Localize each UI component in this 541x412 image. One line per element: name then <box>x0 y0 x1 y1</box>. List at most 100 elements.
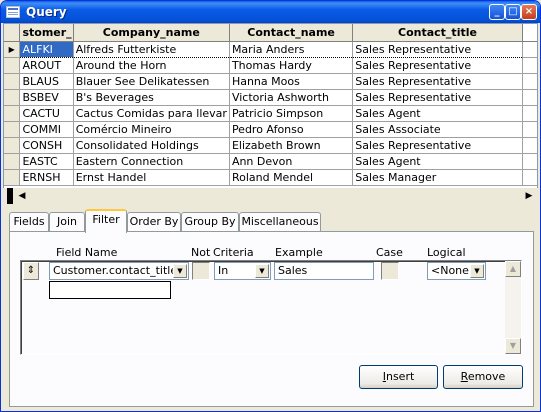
table-row[interactable]: BSBEV B's Beverages Victoria Ashworth Sales… <box>4 89 537 106</box>
row-pad <box>522 57 537 74</box>
table-cell[interactable]: ALFKI <box>19 40 74 58</box>
table-cell[interactable]: BLAUS <box>19 73 74 90</box>
column-header-company-name[interactable]: Company_name <box>73 24 230 42</box>
table-cell[interactable]: Eastern Connection <box>73 153 230 170</box>
table-row[interactable]: AROUT Around the Horn Thomas Hardy Sales Re… <box>4 57 537 74</box>
tab-filter[interactable]: Filter <box>85 209 127 233</box>
table-cell[interactable]: Sales Manager <box>352 169 523 186</box>
table-cell[interactable]: Sales Agent <box>352 105 523 122</box>
table-cell[interactable]: Sales Representative <box>352 73 523 90</box>
maximize-button[interactable]: □ <box>505 4 521 20</box>
scroll-left-arrow-icon[interactable]: ◀ <box>16 190 28 202</box>
column-header-customer[interactable]: stomer_ <box>19 24 74 42</box>
table-row[interactable]: CONSH Consolidated Holdings Elizabeth Brow… <box>4 137 537 154</box>
table-cell[interactable]: Patricio Simpson <box>229 105 354 122</box>
table-cell[interactable]: CONSH <box>19 137 74 154</box>
chevron-down-icon[interactable]: ▼ <box>173 264 187 278</box>
grid-header-pad <box>522 24 537 42</box>
filter-vertical-scrollbar[interactable]: ▲ ▼ <box>505 261 521 354</box>
table-cell[interactable]: Victoria Ashworth <box>229 89 354 106</box>
table-cell[interactable]: Around the Horn <box>73 57 230 74</box>
minimize-button[interactable]: _ <box>489 4 505 20</box>
not-checkbox[interactable] <box>192 262 210 280</box>
field-name-edit[interactable] <box>49 281 171 299</box>
table-row[interactable]: COMMI Comércio Mineiro Pedro Afonso Sales A… <box>4 121 537 138</box>
table-cell[interactable]: Roland Mendel <box>229 169 354 186</box>
chevron-down-icon[interactable]: ▼ <box>470 264 484 278</box>
filter-conditions-list: ⇕ Customer.contact_title ▼ In ▼ Sales <N… <box>20 260 522 355</box>
table-cell[interactable]: Hanna Moos <box>229 73 354 90</box>
table-cell[interactable]: Elizabeth Brown <box>229 137 354 154</box>
example-input[interactable]: Sales <box>274 262 374 280</box>
table-cell[interactable]: BSBEV <box>19 89 74 106</box>
row-pad <box>522 73 537 90</box>
row-selector[interactable]: ▶ <box>4 41 21 58</box>
grid-horizontal-scrollbar[interactable]: ◀ ▶ <box>3 188 538 204</box>
title-bar[interactable]: Query _ □ × <box>1 1 540 23</box>
grid-corner <box>4 24 21 42</box>
header-logical: Logical <box>427 246 466 259</box>
insert-button[interactable]: Insert <box>359 365 438 389</box>
row-pad <box>522 105 537 122</box>
column-header-contact-title[interactable]: Contact_title <box>352 24 523 42</box>
table-row[interactable]: CACTU Cactus Comidas para llevar Patricio … <box>4 105 537 122</box>
row-selector[interactable] <box>4 137 21 154</box>
scroll-up-arrow-icon[interactable]: ▲ <box>505 261 521 277</box>
row-selector[interactable] <box>4 169 21 186</box>
column-header-contact-name[interactable]: Contact_name <box>229 24 354 42</box>
header-example: Example <box>275 246 323 259</box>
row-pad <box>522 89 537 106</box>
row-selector[interactable] <box>4 73 21 90</box>
window-title: Query <box>26 5 67 19</box>
tab-group-by[interactable]: Group By <box>181 212 239 232</box>
field-name-select[interactable]: Customer.contact_title ▼ <box>49 262 189 280</box>
table-cell[interactable]: Comércio Mineiro <box>73 121 230 138</box>
row-mover-icon[interactable]: ⇕ <box>23 262 39 280</box>
table-cell[interactable]: Sales Representative <box>352 89 523 106</box>
remove-button[interactable]: Remove <box>443 365 523 389</box>
tab-fields[interactable]: Fields <box>9 212 49 232</box>
table-cell[interactable]: AROUT <box>19 57 74 74</box>
filter-tab-panel: Field Name Not Criteria Example Case Log… <box>9 231 534 407</box>
case-checkbox[interactable] <box>381 262 399 280</box>
row-selector[interactable] <box>4 153 21 170</box>
table-cell[interactable]: EASTC <box>19 153 74 170</box>
table-cell[interactable]: Cactus Comidas para llevar <box>73 105 230 122</box>
results-grid[interactable]: stomer_ Company_name Contact_name Contac… <box>3 23 538 203</box>
table-cell[interactable]: CACTU <box>19 105 74 122</box>
table-cell[interactable]: Sales Associate <box>352 121 523 138</box>
table-cell[interactable]: Pedro Afonso <box>229 121 354 138</box>
header-field-name: Field Name <box>56 246 118 259</box>
table-cell[interactable]: Alfreds Futterkiste <box>73 40 230 58</box>
row-selector[interactable] <box>4 121 21 138</box>
tab-join[interactable]: Join <box>49 212 85 232</box>
table-row[interactable]: ERNSH Ernst Handel Roland Mendel Sales Mana… <box>4 169 537 186</box>
criteria-select[interactable]: In ▼ <box>214 262 271 280</box>
table-row[interactable]: EASTC Eastern Connection Ann Devon Sales Ag… <box>4 153 537 170</box>
table-cell[interactable]: Thomas Hardy <box>229 57 354 74</box>
table-cell[interactable]: Sales Representative <box>352 57 523 74</box>
table-cell[interactable]: ERNSH <box>19 169 74 186</box>
table-cell[interactable]: Blauer See Delikatessen <box>73 73 230 90</box>
table-cell[interactable]: Sales Representative <box>352 137 523 154</box>
scroll-down-arrow-icon[interactable]: ▼ <box>505 338 521 354</box>
table-row[interactable]: BLAUS Blauer See Delikatessen Hanna Moos Sa… <box>4 73 537 90</box>
table-cell[interactable]: Consolidated Holdings <box>73 137 230 154</box>
table-cell[interactable]: COMMI <box>19 121 74 138</box>
tab-order-by[interactable]: Order By <box>127 212 181 232</box>
tab-miscellaneous[interactable]: Miscellaneous <box>239 212 321 232</box>
table-row[interactable]: ▶ ALFKI Alfreds Futterkiste Maria Anders Sal… <box>4 40 537 58</box>
table-cell[interactable]: Ann Devon <box>229 153 354 170</box>
table-cell[interactable]: Sales Agent <box>352 153 523 170</box>
row-selector[interactable] <box>4 57 21 74</box>
table-cell[interactable]: B's Beverages <box>73 89 230 106</box>
table-cell[interactable]: Maria Anders <box>229 40 354 58</box>
close-button[interactable]: × <box>521 4 537 20</box>
logical-select[interactable]: <None> ▼ <box>427 262 486 280</box>
table-cell[interactable]: Ernst Handel <box>73 169 230 186</box>
row-selector[interactable] <box>4 89 21 106</box>
scroll-right-arrow-icon[interactable]: ▶ <box>523 190 535 202</box>
row-selector[interactable] <box>4 105 21 122</box>
table-cell[interactable]: Sales Representative <box>352 40 523 58</box>
chevron-down-icon[interactable]: ▼ <box>255 264 269 278</box>
